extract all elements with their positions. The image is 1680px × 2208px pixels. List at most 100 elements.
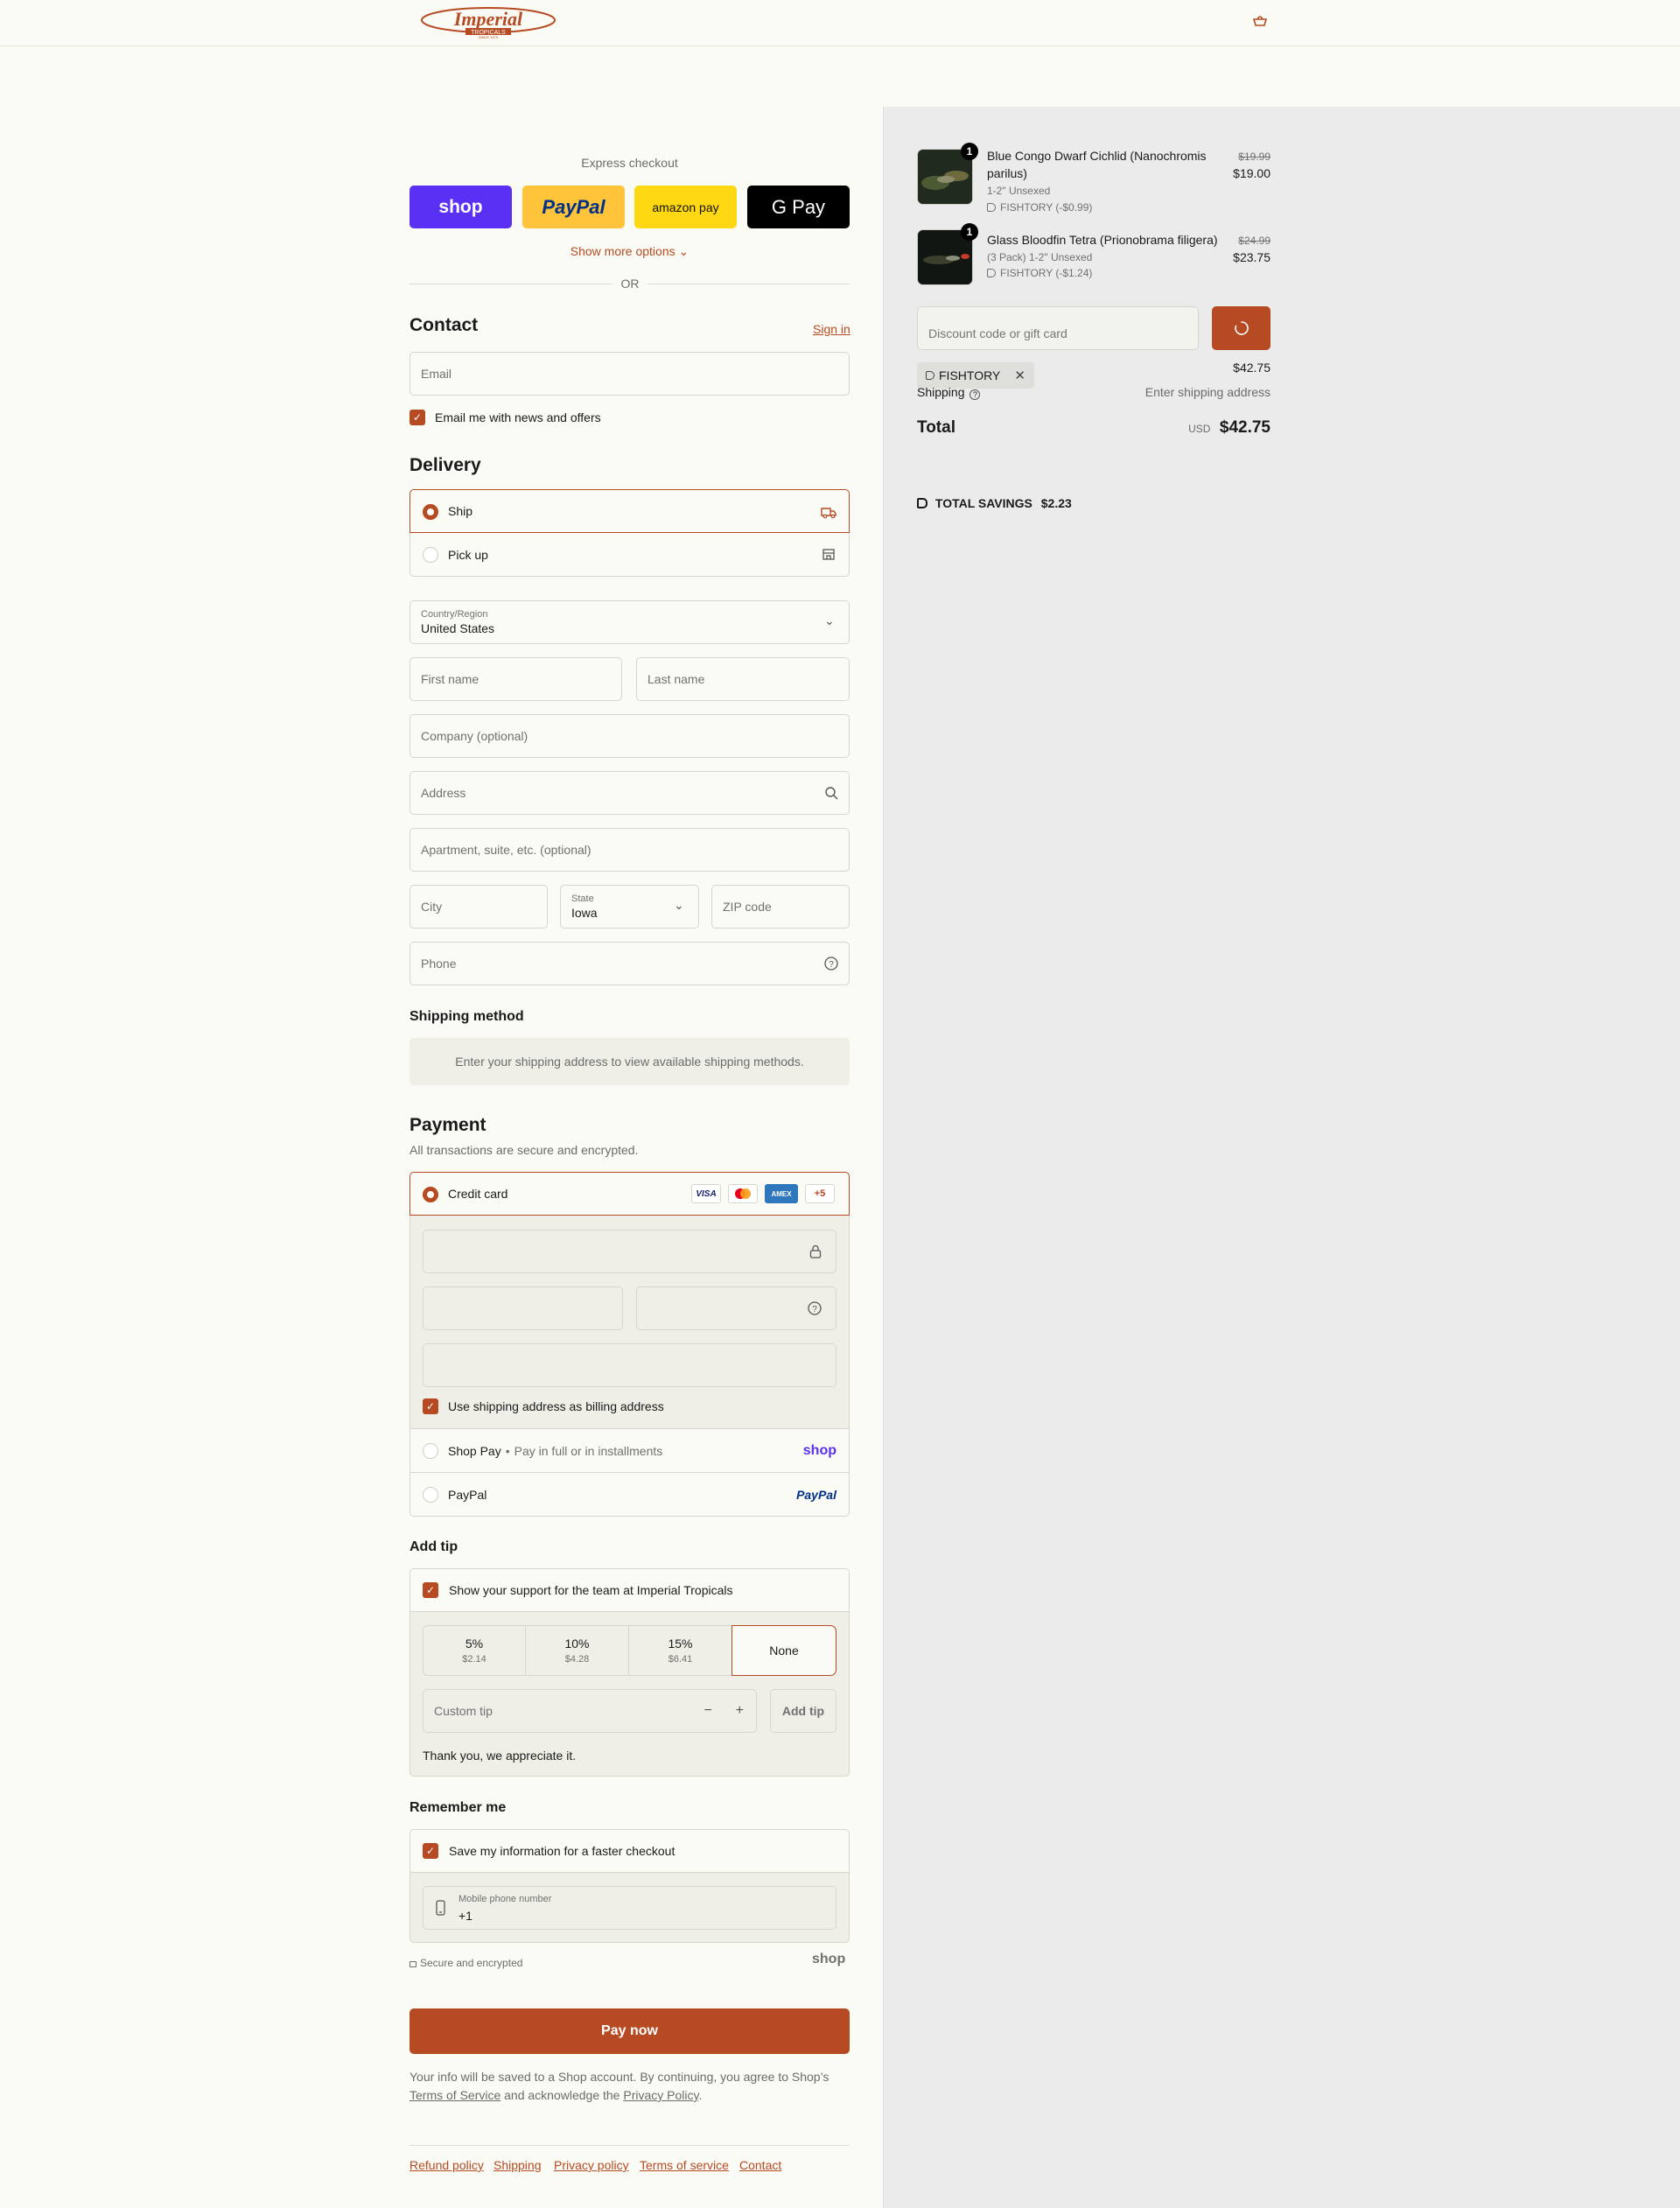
mobile-value: +1 bbox=[458, 1909, 472, 1923]
tip-support-option[interactable]: Show your support for the team at Imperi… bbox=[410, 1568, 850, 1612]
currency-label: USD bbox=[1188, 423, 1211, 435]
add-tip-button[interactable]: Add tip bbox=[770, 1689, 836, 1733]
original-price: $19.99 bbox=[1238, 151, 1270, 163]
total-label: Total bbox=[917, 418, 956, 437]
save-info-option[interactable]: Save my information for a faster checkou… bbox=[410, 1829, 850, 1873]
help-icon[interactable]: ? bbox=[824, 957, 838, 971]
shop-pay-logo: shop bbox=[802, 1442, 836, 1458]
help-icon[interactable]: ? bbox=[970, 389, 981, 400]
mastercard-icon bbox=[728, 1184, 758, 1203]
mobile-phone-field[interactable]: Mobile phone number +1 bbox=[423, 1886, 836, 1930]
contact-link[interactable]: Contact bbox=[739, 2158, 781, 2172]
shop-pay-sub: Pay in full or in installments bbox=[514, 1443, 663, 1458]
zip-field[interactable]: ZIP code bbox=[711, 885, 850, 929]
ship-option[interactable]: Ship bbox=[410, 489, 850, 533]
brand-logo[interactable]: Imperial TROPICALS SINCE 1979 bbox=[420, 5, 557, 39]
amex-icon: AMEX bbox=[765, 1184, 798, 1203]
pay-now-button[interactable]: Pay now bbox=[410, 2008, 850, 2054]
paypal-radio[interactable] bbox=[423, 1487, 438, 1503]
privacy-policy-link[interactable]: Privacy Policy bbox=[623, 2088, 698, 2102]
show-more-options-link[interactable]: Show more options ⌄ bbox=[410, 244, 850, 259]
close-icon[interactable]: ✕ bbox=[1014, 368, 1026, 383]
refund-policy-link[interactable]: Refund policy bbox=[410, 2158, 484, 2172]
privacy-policy-footer-link[interactable]: Privacy policy bbox=[554, 2158, 629, 2172]
address-field[interactable]: Address bbox=[410, 771, 850, 815]
product-discount: FISHTORY (-$0.99) bbox=[987, 201, 1092, 214]
expiration-date-field[interactable] bbox=[423, 1286, 623, 1330]
state-select[interactable]: State Iowa ⌄ bbox=[560, 885, 699, 929]
save-info-label: Save my information for a faster checkou… bbox=[449, 1844, 676, 1858]
ship-radio[interactable] bbox=[423, 504, 438, 520]
terms-of-service-footer-link[interactable]: Terms of service bbox=[640, 2158, 729, 2172]
news-checkbox[interactable]: ✓ bbox=[410, 410, 425, 425]
apartment-field[interactable]: Apartment, suite, etc. (optional) bbox=[410, 828, 850, 872]
product-variant: (3 Pack) 1-2" Unsexed bbox=[987, 251, 1093, 263]
billing-address-checkbox[interactable]: ✓ bbox=[423, 1398, 438, 1414]
credit-card-radio[interactable] bbox=[423, 1187, 438, 1202]
savings-value: $2.23 bbox=[1040, 496, 1072, 510]
shipping-link[interactable]: Shipping bbox=[494, 2158, 542, 2172]
terms-of-service-link[interactable]: Terms of Service bbox=[410, 2088, 500, 2102]
apply-discount-button[interactable] bbox=[1212, 306, 1270, 350]
payment-heading: Payment bbox=[410, 1115, 486, 1135]
original-price: $24.99 bbox=[1238, 235, 1270, 247]
total-savings: TOTAL SAVINGS $2.23 bbox=[917, 496, 1072, 510]
first-name-field[interactable]: First name bbox=[410, 657, 622, 701]
save-info-checkbox[interactable]: ✓ bbox=[423, 1843, 438, 1859]
shop-pay-option[interactable]: Shop Pay • Pay in full or in installment… bbox=[410, 1429, 850, 1473]
subtotal-value: $42.75 bbox=[1233, 361, 1270, 375]
express-checkout-title: Express checkout bbox=[581, 156, 678, 170]
tip-option-10[interactable]: 10% $4.28 bbox=[525, 1625, 629, 1676]
visa-icon: VISA bbox=[691, 1184, 721, 1203]
loading-spinner-icon bbox=[1234, 321, 1249, 335]
paypal-button[interactable]: PayPal bbox=[522, 186, 625, 228]
phone-field[interactable]: Phone ? bbox=[410, 942, 850, 985]
shipping-label: Shipping ? bbox=[917, 385, 981, 400]
chevron-down-icon: ⌄ bbox=[678, 244, 690, 258]
tip-option-5[interactable]: 5% $2.14 bbox=[423, 1625, 526, 1676]
tip-support-checkbox[interactable]: ✓ bbox=[423, 1582, 438, 1598]
company-field[interactable]: Company (optional) bbox=[410, 714, 850, 758]
shipping-value: Enter shipping address bbox=[1144, 385, 1270, 399]
order-summary-panel bbox=[883, 107, 1680, 2208]
custom-tip-field[interactable]: Custom tip − + bbox=[423, 1689, 757, 1733]
product-discount: FISHTORY (-$1.24) bbox=[987, 267, 1092, 279]
country-label: Country/Region bbox=[421, 609, 488, 620]
discount-code-input[interactable] bbox=[917, 306, 1199, 350]
plus-icon[interactable]: + bbox=[736, 1703, 744, 1719]
shop-pay-button[interactable]: shop bbox=[410, 186, 512, 228]
minus-icon[interactable]: − bbox=[704, 1703, 712, 1719]
tip-option-none[interactable]: None bbox=[732, 1625, 836, 1676]
name-on-card-field[interactable] bbox=[423, 1343, 836, 1387]
legal-text: Your info will be saved to a Shop accoun… bbox=[410, 2070, 830, 2102]
amazon-pay-button[interactable]: amazon pay bbox=[634, 186, 737, 228]
ship-label: Ship bbox=[448, 504, 473, 518]
email-field[interactable]: Email bbox=[410, 352, 850, 396]
cart-icon[interactable] bbox=[1251, 14, 1269, 28]
country-value: United States bbox=[421, 621, 495, 635]
help-icon[interactable]: ? bbox=[808, 1301, 822, 1315]
country-select[interactable]: Country/Region United States ⌄ bbox=[410, 600, 850, 644]
billing-address-label: Use shipping address as billing address bbox=[448, 1399, 664, 1413]
pickup-radio[interactable] bbox=[423, 547, 438, 563]
security-code-field[interactable]: ? bbox=[636, 1286, 836, 1330]
city-field[interactable]: City bbox=[410, 885, 548, 929]
tag-icon bbox=[987, 269, 996, 277]
card-number-field[interactable] bbox=[423, 1230, 836, 1273]
tip-option-15[interactable]: 15% $6.41 bbox=[628, 1625, 732, 1676]
pickup-option[interactable]: Pick up bbox=[410, 533, 850, 577]
last-name-field[interactable]: Last name bbox=[636, 657, 850, 701]
svg-text:?: ? bbox=[812, 1305, 817, 1314]
paypal-label: PayPal bbox=[448, 1487, 487, 1502]
mobile-label: Mobile phone number bbox=[458, 1894, 552, 1904]
or-text: OR bbox=[612, 277, 648, 291]
google-pay-button[interactable]: G Pay bbox=[747, 186, 850, 228]
paypal-option[interactable]: PayPal PayPal bbox=[410, 1473, 850, 1517]
contact-heading: Contact bbox=[410, 315, 479, 335]
sign-in-link[interactable]: Sign in bbox=[813, 322, 850, 336]
chevron-down-icon: ⌄ bbox=[674, 898, 684, 912]
state-label: State bbox=[571, 894, 594, 904]
shop-pay-radio[interactable] bbox=[423, 1443, 438, 1459]
shipping-method-heading: Shipping method bbox=[410, 1009, 524, 1024]
state-value: Iowa bbox=[571, 906, 598, 920]
